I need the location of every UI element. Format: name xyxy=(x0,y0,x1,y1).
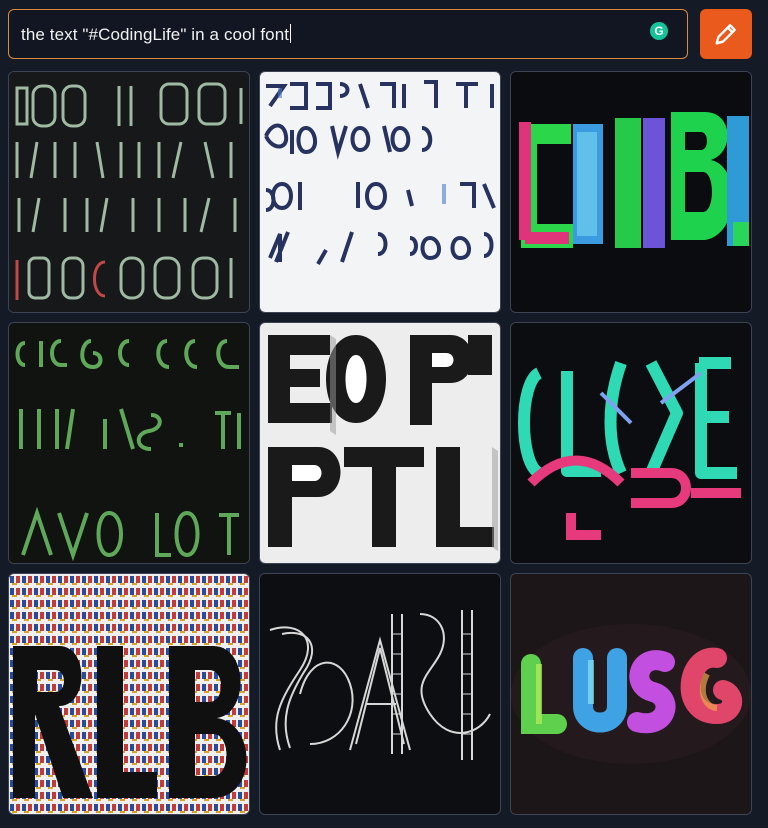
prompt-input[interactable]: the text "#CodingLife" in a cool font G xyxy=(8,9,688,59)
generated-image-5[interactable] xyxy=(259,322,501,564)
generate-button[interactable] xyxy=(700,9,752,59)
prompt-text[interactable]: the text "#CodingLife" in a cool font xyxy=(21,24,292,45)
generated-image-7[interactable] xyxy=(8,573,250,815)
generated-image-2[interactable] xyxy=(259,71,501,313)
generated-image-9[interactable] xyxy=(510,573,752,815)
pencil-icon xyxy=(715,24,736,45)
generated-image-1[interactable] xyxy=(8,71,250,313)
image-grid xyxy=(8,71,752,815)
grammarly-g-icon[interactable]: G xyxy=(650,22,668,40)
generated-image-4[interactable] xyxy=(8,322,250,564)
generated-image-3[interactable] xyxy=(510,71,752,313)
generated-image-8[interactable] xyxy=(259,573,501,815)
text-caret xyxy=(290,24,292,43)
generated-image-6[interactable] xyxy=(510,322,752,564)
